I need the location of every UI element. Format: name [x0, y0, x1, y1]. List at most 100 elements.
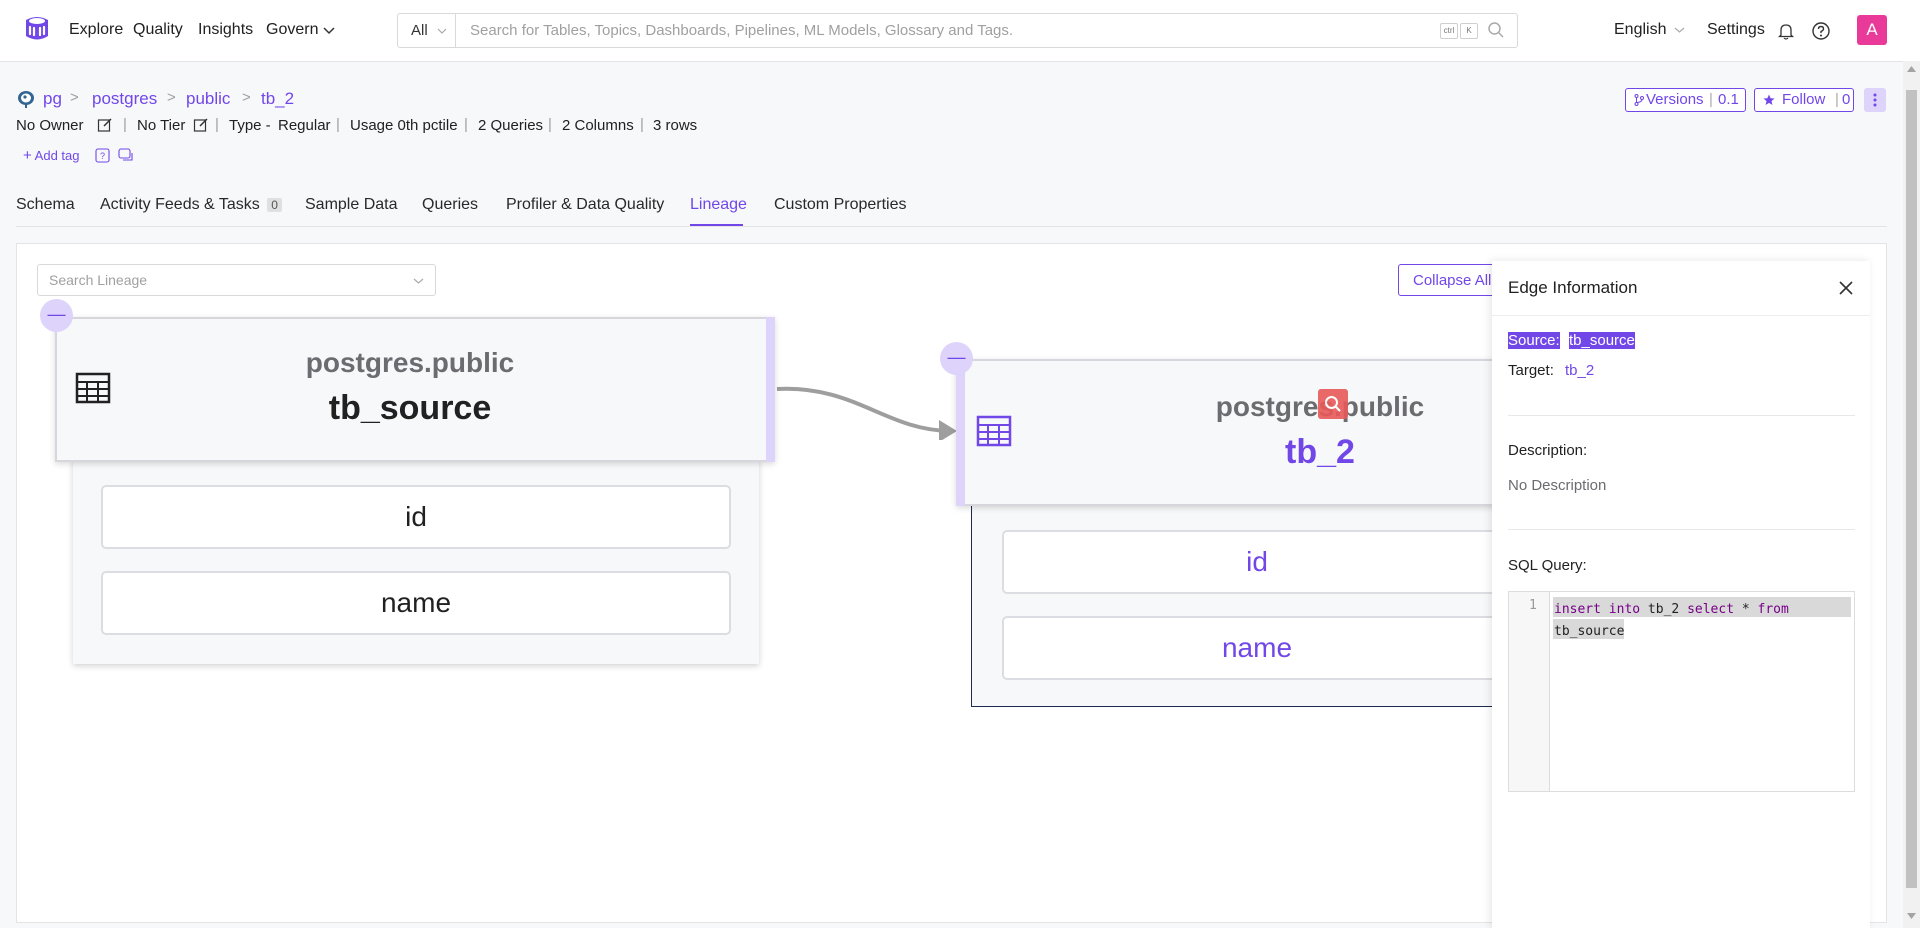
versions-button[interactable]: Versions | 0.1 — [1625, 88, 1746, 112]
add-tag-label: Add tag — [34, 148, 80, 163]
edge-source-link[interactable]: tb_source — [1569, 332, 1635, 349]
source-node-handle — [766, 317, 775, 462]
meta-separator: | — [640, 116, 644, 133]
usage-label: Usage 0th pctile — [350, 117, 458, 134]
edge-info-panel: Edge Information Source: tb_source Targe… — [1492, 261, 1870, 928]
shortcut-key-ctrl: ctrl — [1440, 23, 1458, 39]
source-column-id[interactable]: id — [101, 485, 731, 549]
chevron-down-icon — [413, 278, 424, 284]
lineage-search-select[interactable]: Search Lineage — [37, 264, 436, 296]
edge-source-label: Source: — [1508, 332, 1560, 349]
rows-count: 3 rows — [653, 117, 698, 134]
more-vertical-icon — [1873, 93, 1877, 107]
follow-button[interactable]: Follow | 0 — [1754, 88, 1854, 112]
search-category-select[interactable]: All — [398, 14, 456, 47]
app-logo-icon[interactable] — [22, 14, 52, 44]
sql-keyword: select — [1687, 602, 1735, 617]
language-select[interactable]: English — [1614, 21, 1685, 39]
scroll-up-icon[interactable] — [1907, 66, 1916, 72]
request-tag-icon[interactable] — [118, 148, 134, 163]
breadcrumb-table[interactable]: tb_2 — [261, 89, 294, 109]
sql-query-label: SQL Query: — [1508, 557, 1587, 574]
meta-separator: | — [464, 116, 468, 133]
sql-editor[interactable]: 1 insert into tb_2 select * from tb_sour… — [1508, 591, 1855, 792]
breadcrumb-separator: > — [167, 89, 176, 106]
follow-label: Follow — [1782, 91, 1826, 108]
lineage-search-input[interactable]: Search Lineage — [49, 272, 147, 288]
tab-custom-properties[interactable]: Custom Properties — [774, 196, 907, 214]
bell-icon[interactable] — [1777, 22, 1795, 40]
help-tag-icon[interactable]: ? — [95, 148, 110, 163]
help-icon[interactable] — [1811, 21, 1831, 41]
type-label: Type - — [229, 117, 271, 134]
tab-sample-data[interactable]: Sample Data — [305, 196, 398, 214]
queries-count: 2 Queries — [478, 117, 544, 134]
avatar[interactable]: A — [1857, 15, 1887, 45]
owner-label: No Owner — [16, 117, 84, 134]
nav-quality[interactable]: Quality — [133, 21, 183, 39]
chevron-down-icon — [1674, 27, 1685, 33]
scroll-down-icon[interactable] — [1907, 913, 1916, 919]
top-navbar: Explore Quality Insights Govern All Sear… — [0, 0, 1920, 62]
add-tag-button[interactable]: + Add tag — [23, 147, 80, 164]
breadcrumb-service[interactable]: pg — [43, 89, 62, 109]
tab-lineage[interactable]: Lineage — [690, 196, 747, 214]
version-branch-icon — [1634, 94, 1644, 106]
versions-divider: | — [1709, 91, 1713, 108]
source-node-schema: postgres.public — [305, 347, 515, 378]
target-node-columns: id name — [971, 500, 1512, 707]
settings-link[interactable]: Settings — [1707, 21, 1765, 39]
target-node[interactable]: postgres.public tb_2 — [956, 359, 1498, 506]
lineage-edge[interactable] — [775, 380, 960, 440]
sql-keyword: from — [1757, 602, 1789, 617]
versions-label: Versions — [1646, 91, 1704, 108]
panel-header: Edge Information — [1492, 261, 1870, 316]
edge-target-link[interactable]: tb_2 — [1565, 362, 1594, 379]
breadcrumb-database[interactable]: postgres — [92, 89, 157, 109]
tab-schema[interactable]: Schema — [16, 196, 75, 214]
source-node-columns: id name — [73, 458, 759, 664]
source-column-name[interactable]: name — [101, 571, 731, 635]
nav-govern-label: Govern — [266, 21, 319, 38]
search-icon[interactable] — [1487, 21, 1505, 39]
collapse-all-button[interactable]: Collapse All — [1398, 264, 1498, 296]
columns-count: 2 Columns — [562, 117, 634, 134]
close-icon[interactable] — [1839, 281, 1853, 295]
collapse-upstream-button[interactable]: — — [40, 299, 73, 332]
star-icon — [1763, 94, 1775, 105]
breadcrumb-schema[interactable]: public — [186, 89, 230, 109]
target-column-id[interactable]: id — [1002, 530, 1512, 594]
follow-divider: | — [1835, 91, 1839, 108]
target-column-name[interactable]: name — [1002, 616, 1512, 680]
nav-govern[interactable]: Govern — [266, 21, 335, 39]
search-icon — [1325, 396, 1341, 412]
tab-activity-feeds[interactable]: Activity Feeds & Tasks 0 — [100, 196, 282, 214]
edit-owner-icon[interactable] — [97, 117, 113, 133]
node-search-icon[interactable] — [1318, 389, 1348, 419]
plus-icon: + — [23, 147, 32, 164]
more-options-button[interactable] — [1864, 88, 1886, 112]
follow-count: 0 — [1842, 91, 1851, 108]
tier-label: No Tier — [137, 117, 186, 134]
sql-keyword: insert into — [1554, 602, 1641, 617]
type-value: Regular — [278, 117, 331, 134]
source-node[interactable]: postgres.public tb_source — [55, 317, 775, 462]
nav-explore[interactable]: Explore — [69, 21, 123, 39]
active-tab-indicator — [690, 224, 743, 226]
edit-tier-icon[interactable] — [193, 117, 209, 133]
sql-operator: * — [1741, 602, 1750, 617]
panel-divider — [1508, 415, 1855, 416]
search-input[interactable]: Search for Tables, Topics, Dashboards, P… — [470, 22, 1013, 39]
chevron-down-icon — [437, 28, 447, 34]
scrollbar-thumb[interactable] — [1906, 90, 1917, 888]
panel-title: Edge Information — [1508, 278, 1638, 297]
collapse-downstream-button[interactable]: — — [940, 342, 973, 375]
sql-line-number: 1 — [1529, 598, 1537, 613]
sql-code: insert into tb_2 select * from tb_source — [1554, 599, 1849, 643]
tab-queries[interactable]: Queries — [422, 196, 478, 214]
global-search[interactable]: All Search for Tables, Topics, Dashboard… — [397, 13, 1518, 48]
meta-separator: | — [548, 116, 552, 133]
meta-separator: | — [215, 116, 219, 133]
nav-insights[interactable]: Insights — [198, 21, 253, 39]
tab-profiler[interactable]: Profiler & Data Quality — [506, 196, 664, 214]
